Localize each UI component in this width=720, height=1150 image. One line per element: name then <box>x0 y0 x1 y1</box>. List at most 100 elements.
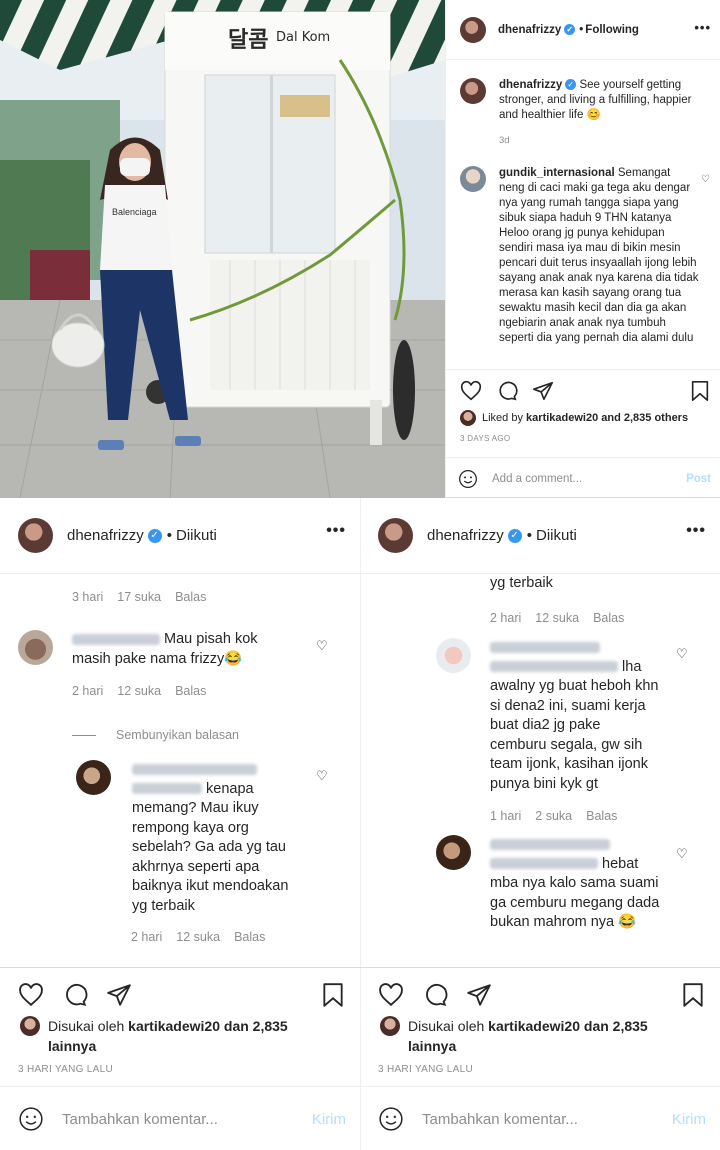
photo-illustration: Balenciaga 달콤 Dal Kom <box>0 0 445 498</box>
post-timestamp: 3 DAYS AGO <box>460 434 511 443</box>
post-actions: Liked by kartikadewi20 and 2,835 others … <box>446 369 720 498</box>
emoji-smiley-icon[interactable] <box>458 469 478 489</box>
comment-item: Mau pisah kok masih pake nama frizzy😂 <box>18 630 282 669</box>
bookmark-save-icon[interactable] <box>689 380 711 402</box>
comment-item: gundik_internasional Semangat neng di ca… <box>460 166 710 346</box>
author-avatar[interactable] <box>18 518 53 553</box>
verified-badge-icon: ✓ <box>564 23 576 35</box>
commenter-avatar[interactable] <box>436 835 471 870</box>
blurred-username <box>132 763 257 775</box>
svg-text:Balenciaga: Balenciaga <box>112 207 157 217</box>
replier-avatar[interactable] <box>76 760 111 795</box>
reply-like-heart-icon[interactable]: ♡ <box>316 766 328 786</box>
liked-by-line: Liked by kartikadewi20 and 2,835 others <box>460 410 688 426</box>
post-actions: Disukai oleh kartikadewi20 dan 2,835 lai… <box>0 967 360 1150</box>
verified-badge-icon: ✓ <box>507 529 522 544</box>
reply-button[interactable]: Balas <box>175 590 206 604</box>
reply-meta: 2 hari 12 suka Balas <box>490 609 638 629</box>
commenter-avatar[interactable] <box>460 166 486 192</box>
following-button[interactable]: Diikuti <box>176 527 217 544</box>
like-heart-icon[interactable] <box>378 982 404 1008</box>
share-send-icon[interactable] <box>532 380 554 402</box>
author-username[interactable]: dhenafrizzy ✓ <box>67 527 162 544</box>
comment-like-heart-icon[interactable]: ♡ <box>676 844 688 864</box>
comment-input[interactable]: Tambahkan komentar... <box>422 1111 672 1128</box>
reply-button[interactable]: Balas <box>234 930 265 944</box>
author-username[interactable]: dhenafrizzy ✓ <box>427 527 522 544</box>
comment-text: Semangat neng di caci maki ga tega aku d… <box>499 167 699 344</box>
comments-list[interactable]: dhenafrizzy ✓ See yourself getting strong… <box>446 60 720 369</box>
verified-badge-icon: ✓ <box>565 79 577 91</box>
comment-likes[interactable]: 2 suka <box>535 809 572 823</box>
post-comment-button[interactable]: Kirim <box>672 1111 706 1128</box>
liker-avatar[interactable] <box>20 1016 40 1036</box>
post-timestamp: 3 HARI YANG LALU <box>18 1064 114 1075</box>
emoji-smiley-icon[interactable] <box>378 1106 404 1132</box>
instagram-post-desktop: Balenciaga 달콤 Dal Kom dhenafrizzy ✓ • Fol… <box>0 0 720 498</box>
post-comment-button[interactable]: Post <box>686 473 711 485</box>
hide-replies-label: Sembunyikan balasan <box>116 728 239 742</box>
reply-button[interactable]: Balas <box>175 684 206 698</box>
comment-item: hebat mba nya kalo sama suami ga cemburu… <box>436 835 660 933</box>
author-username[interactable]: dhenafrizzy ✓ <box>498 23 576 36</box>
svg-text:달콤: 달콤 <box>228 28 268 53</box>
blurred-username <box>490 838 610 850</box>
following-button[interactable]: Diikuti <box>536 527 577 544</box>
more-options-icon[interactable]: ••• <box>686 522 706 540</box>
reply-likes[interactable]: 12 suka <box>535 611 579 625</box>
bookmark-save-icon[interactable] <box>680 982 706 1008</box>
like-heart-icon[interactable] <box>18 982 44 1008</box>
comments-list[interactable]: yg terbaik 2 hari 12 suka Balas lha awalny… <box>360 574 720 967</box>
emoji-smiley-icon[interactable] <box>18 1106 44 1132</box>
share-send-icon[interactable] <box>106 982 132 1008</box>
comment-bubble-icon[interactable] <box>62 982 88 1008</box>
comment-likes[interactable]: 17 suka <box>117 590 161 604</box>
like-heart-icon[interactable] <box>460 380 482 402</box>
separator-dot: • <box>579 23 584 36</box>
comment-bubble-icon[interactable] <box>422 982 448 1008</box>
following-button[interactable]: Following <box>585 24 639 36</box>
commenter-username[interactable]: gundik_internasional <box>499 167 615 179</box>
post-header: dhenafrizzy ✓ • Diikuti ••• <box>0 498 360 574</box>
more-options-icon[interactable]: ••• <box>326 522 346 540</box>
hide-replies-toggle[interactable]: Sembunyikan balasan <box>72 726 239 746</box>
reply-meta: 2 hari 12 suka Balas <box>131 928 279 948</box>
comment-time: 1 hari <box>490 809 522 823</box>
liked-by-prefix: Liked by <box>482 412 523 424</box>
mobile-post-right: dhenafrizzy ✓ • Diikuti ••• yg terbaik 2 … <box>360 498 720 1150</box>
comment-likes[interactable]: 12 suka <box>117 684 161 698</box>
author-avatar[interactable] <box>378 518 413 553</box>
liker-username[interactable]: kartikadewi20 <box>128 1018 220 1034</box>
commenter-avatar[interactable] <box>18 630 53 665</box>
comment-like-heart-icon[interactable]: ♡ <box>316 636 328 656</box>
post-photo: Balenciaga 달콤 Dal Kom <box>0 0 445 498</box>
comment-input[interactable]: Add a comment... <box>492 473 686 485</box>
author-avatar[interactable] <box>460 78 486 104</box>
reply-button[interactable]: Balas <box>586 809 617 823</box>
separator-dot: • <box>166 527 172 544</box>
comment-input[interactable]: Tambahkan komentar... <box>62 1111 312 1128</box>
commenter-avatar[interactable] <box>436 638 471 673</box>
post-actions: Disukai oleh kartikadewi20 dan 2,835 lai… <box>360 967 720 1150</box>
liker-username[interactable]: kartikadewi20 <box>488 1018 580 1034</box>
share-send-icon[interactable] <box>466 982 492 1008</box>
liker-avatar[interactable] <box>460 410 476 426</box>
likes-count[interactable]: and 2,835 others <box>601 412 688 424</box>
comment-like-heart-icon[interactable]: ♡ <box>701 174 710 185</box>
comments-list[interactable]: 3 hari 17 suka Balas Mau pisah kok masih p… <box>0 574 360 967</box>
post-side-panel: dhenafrizzy ✓ • Following ••• dhenafrizzy… <box>445 0 720 498</box>
reply-likes[interactable]: 12 suka <box>176 930 220 944</box>
author-avatar[interactable] <box>460 16 486 43</box>
liker-username[interactable]: kartikadewi20 <box>526 412 598 424</box>
liked-by-prefix: Disukai oleh <box>408 1018 485 1034</box>
caption-username[interactable]: dhenafrizzy <box>499 79 562 91</box>
verified-badge-icon: ✓ <box>147 529 162 544</box>
bookmark-save-icon[interactable] <box>320 982 346 1008</box>
reply-button[interactable]: Balas <box>593 611 624 625</box>
reply-time: 2 hari <box>131 930 163 944</box>
more-options-icon[interactable]: ••• <box>694 20 711 35</box>
liker-avatar[interactable] <box>380 1016 400 1036</box>
comment-like-heart-icon[interactable]: ♡ <box>676 644 688 664</box>
post-comment-button[interactable]: Kirim <box>312 1111 346 1128</box>
comment-bubble-icon[interactable] <box>496 380 518 402</box>
